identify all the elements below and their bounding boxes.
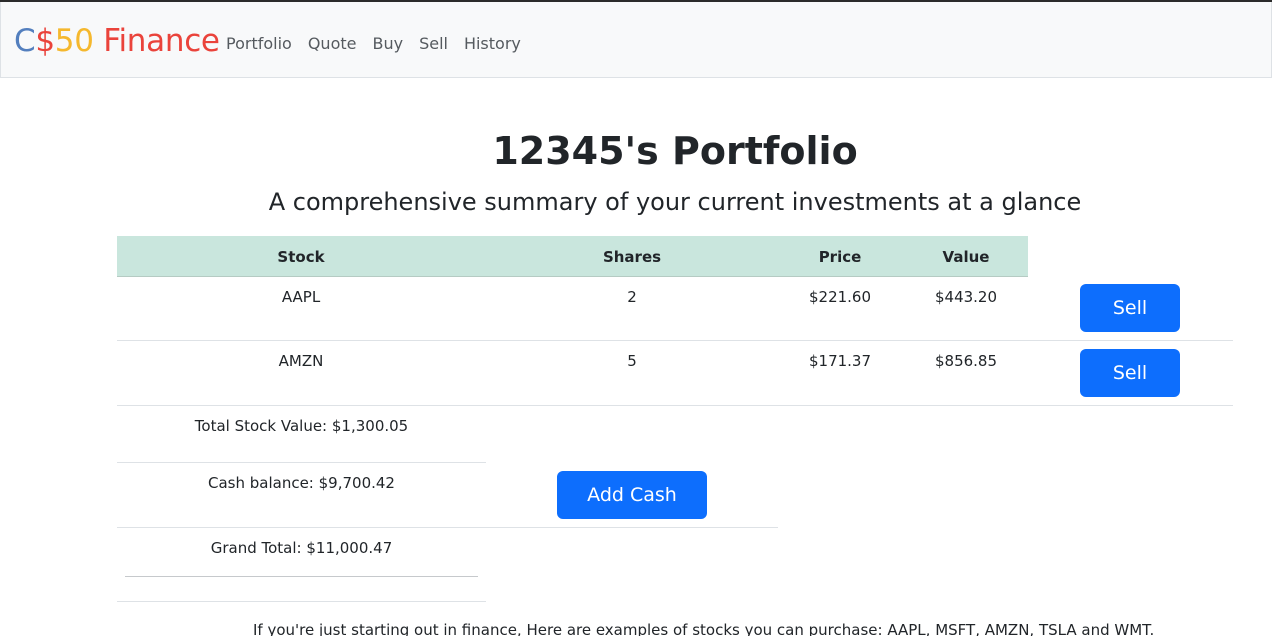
header-shares: Shares xyxy=(602,248,662,266)
cell-stock: AAPL xyxy=(281,288,321,306)
brand-part-50: 50 xyxy=(54,23,94,59)
header-stock: Stock xyxy=(277,248,325,266)
cell-stock: AMZN xyxy=(278,352,324,370)
summary-divider xyxy=(117,601,486,602)
summary-divider xyxy=(117,462,486,463)
sell-button[interactable]: Sell xyxy=(1080,349,1180,397)
table-header: Stock Shares Price Value xyxy=(117,236,1028,277)
nav-link-quote[interactable]: Quote xyxy=(308,34,357,54)
sell-button[interactable]: Sell xyxy=(1080,284,1180,332)
row-divider xyxy=(117,340,1233,341)
cell-shares: 2 xyxy=(627,288,637,306)
grand-total-underline xyxy=(125,576,478,577)
nav-link-sell[interactable]: Sell xyxy=(419,34,448,54)
cell-shares: 5 xyxy=(627,352,637,370)
navbar: C$50 Finance Portfolio Quote Buy Sell Hi… xyxy=(0,2,1272,78)
nav-link-portfolio[interactable]: Portfolio xyxy=(226,34,292,54)
stock-suggestions-text: If you're just starting out in finance, … xyxy=(253,621,1155,636)
grand-total: Grand Total: $11,000.47 xyxy=(210,539,393,557)
brand-part-finance: Finance xyxy=(93,23,220,59)
brand-part-dollar: $ xyxy=(35,23,55,59)
cell-price: $171.37 xyxy=(808,352,872,370)
row-divider xyxy=(117,405,1233,406)
brand-logo[interactable]: C$50 Finance xyxy=(14,23,220,59)
page-title: 12345's Portfolio xyxy=(492,129,858,173)
total-stock-value: Total Stock Value: $1,300.05 xyxy=(194,417,409,435)
nav-links: Portfolio Quote Buy Sell History xyxy=(226,34,537,54)
cell-value: $443.20 xyxy=(934,288,998,306)
cash-balance: Cash balance: $9,700.42 xyxy=(208,474,395,492)
cell-value: $856.85 xyxy=(934,352,998,370)
add-cash-button[interactable]: Add Cash xyxy=(557,471,707,519)
header-price: Price xyxy=(818,248,862,266)
nav-link-history[interactable]: History xyxy=(464,34,521,54)
cell-price: $221.60 xyxy=(808,288,872,306)
summary-divider xyxy=(117,527,778,528)
page-subtitle: A comprehensive summary of your current … xyxy=(268,188,1082,216)
brand-part-c: C xyxy=(14,23,36,59)
header-value: Value xyxy=(942,248,990,266)
nav-link-buy[interactable]: Buy xyxy=(372,34,403,54)
